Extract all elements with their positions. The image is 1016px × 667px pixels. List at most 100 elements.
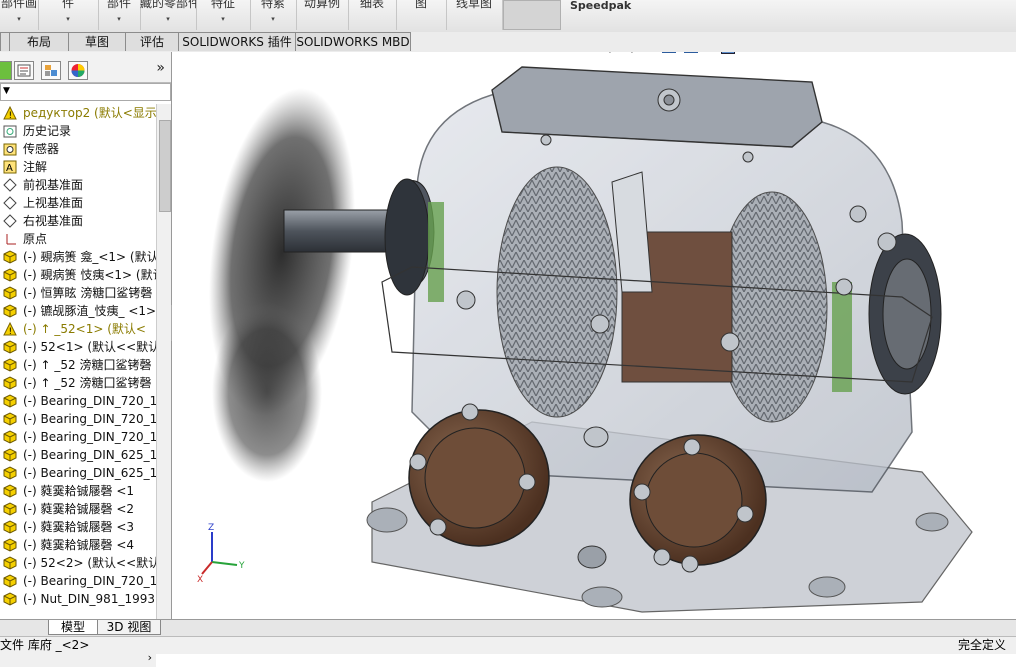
triad-y-label: Y <box>238 561 245 571</box>
dynamic-annotation-icon[interactable] <box>684 52 698 53</box>
plane-icon <box>3 214 17 228</box>
ribbon-button-label: 件 <box>61 0 74 10</box>
tree-item-label: (-) Bearing_DIN_625_1_ <box>23 448 156 462</box>
ribbon-button[interactable]: 部件 ▾ <box>98 0 141 30</box>
tree-item-label: 右视基准面 <box>23 214 84 228</box>
scrollbar-thumb[interactable] <box>159 120 171 212</box>
part-icon <box>3 484 17 498</box>
ribbon-button-label: 动算例 <box>303 0 340 10</box>
mounting-hole-icon <box>915 512 949 532</box>
model-shadow-lower <box>212 302 322 482</box>
ribbon-button[interactable]: 特累 ▾ <box>250 0 297 30</box>
ribbon-button[interactable]: 件 ▾ <box>38 0 99 30</box>
part-icon <box>3 358 17 372</box>
tab-layout[interactable]: 布局 <box>9 32 69 51</box>
tree-item-label: (-) Nut_DIN_981_1993 <box>23 592 155 606</box>
tree-item-label: (-) Bearing_DIN_720_19 <box>23 412 156 426</box>
panel-expand-button[interactable]: » <box>156 60 165 76</box>
part-icon <box>3 412 17 426</box>
part-icon <box>3 394 17 408</box>
view-orientation-icon[interactable] <box>721 52 735 54</box>
feature-tree-tab-icon[interactable] <box>0 61 12 80</box>
tree-item-label: (-) ↑ _52<1> (默认< <box>23 322 146 336</box>
tree-item-label: (-) Bearing_DIN_720_19 <box>23 574 156 588</box>
status-definition: 完全定义 <box>957 638 1006 652</box>
tree-filter-field[interactable]: ▼ <box>0 83 171 101</box>
section-view-icon[interactable] <box>662 52 676 53</box>
graphics-area[interactable]: Z Y X 🔍 🔍 ↶ ⚇ ❖ <box>172 52 1016 619</box>
gear-right <box>716 191 828 423</box>
ribbon-selected-button[interactable] <box>503 0 561 30</box>
dropdown-arrow-icon[interactable]: ▾ <box>140 13 196 25</box>
tree-item-label: (-) 镳觇豚淔_忮痍_ <1> <box>23 304 156 318</box>
tree-item-label: (-) 52<2> (默认<<默认 <box>23 556 156 570</box>
part-icon <box>3 430 17 444</box>
tree-item-label: (-) 蕤霙耠铖屦磬 <2 <box>23 502 135 516</box>
ribbon-button[interactable]: 动算例 <box>296 0 349 30</box>
ribbon-button[interactable]: 特征 ▾ <box>196 0 251 30</box>
tree-item-label: 注解 <box>23 160 48 174</box>
triad-z-label: Z <box>208 523 214 533</box>
tab-model[interactable]: 模型 <box>48 620 98 635</box>
plane-icon <box>3 196 17 210</box>
sensor-icon <box>3 142 17 156</box>
tree-item-label: 历史记录 <box>23 124 72 138</box>
tab-solidworks-addins[interactable]: SOLIDWORKS 插件 <box>178 32 296 51</box>
mounting-hole-icon <box>366 507 408 533</box>
heads-up-view-toolbar: 🔍 🔍 ↶ ⚇ ❖ <box>596 52 896 59</box>
ribbon-button-label: 线草图 <box>455 0 492 10</box>
ribbon-button[interactable]: 图 <box>396 0 447 30</box>
dropdown-arrow-icon[interactable]: ▾ <box>250 13 296 25</box>
apply-scene-icon[interactable]: ❖ <box>814 52 825 53</box>
ribbon-button[interactable]: 细表 <box>348 0 397 30</box>
seal-left <box>428 202 444 302</box>
panel-toolbar: » <box>0 52 171 83</box>
part-icon <box>3 592 17 606</box>
ribbon-button-label: 特累 <box>260 0 285 10</box>
ribbon-button-label: 部件 <box>106 0 131 10</box>
zoom-to-fit-icon[interactable]: 🔍 <box>596 52 612 54</box>
display-manager-icon[interactable] <box>68 61 88 80</box>
drain-plug-icon <box>583 426 609 448</box>
previous-view-icon[interactable]: ↶ <box>642 52 653 54</box>
feature-tree: ! редуктор2 (默认<显示 历史记录 传感器 A 注解 前视基准面 上视基准面 右视基… <box>0 104 156 652</box>
reference-triad-icon: Z Y X <box>197 523 245 585</box>
tab-solidworks-mbd[interactable]: SOLIDWORKS MBD <box>295 32 411 51</box>
ribbon-button-label: 细表 <box>359 0 384 10</box>
seal-right <box>832 282 852 392</box>
display-style-icon[interactable]: ⚇ <box>758 52 769 53</box>
tab-sketch[interactable]: 草图 <box>68 32 126 51</box>
ribbon-button-label: 部件画 <box>0 0 37 10</box>
triad-x-label: X <box>197 575 203 585</box>
tab-3d-view[interactable]: 3D 视图 <box>97 620 161 635</box>
tab-evaluate[interactable]: 评估 <box>125 32 179 51</box>
tree-item-label: (-) Bearing_DIN_720_19 <box>23 430 156 444</box>
mounting-hole-icon <box>808 576 846 598</box>
model-tabs-bar: 模型 3D 视图 <box>0 619 1016 636</box>
ribbon-button[interactable]: 藏的零部件 ▾ <box>140 0 197 30</box>
status-left-text: 文件 库府 _<2> <box>0 638 90 652</box>
dropdown-arrow-icon[interactable]: ▾ <box>98 13 140 25</box>
part-icon <box>3 574 17 588</box>
zoom-area-icon[interactable]: 🔍 <box>618 52 634 54</box>
tree-item-label: 传感器 <box>23 142 60 156</box>
dropdown-arrow-icon[interactable]: ▾ <box>38 13 98 25</box>
part-warning-icon: ! <box>3 321 17 337</box>
tree-item-label: 上视基准面 <box>23 196 84 210</box>
ribbon-button-label: 藏的零部件 <box>140 0 197 10</box>
property-manager-icon[interactable] <box>14 61 34 80</box>
speedpak-button[interactable]: Speedpak <box>570 0 631 12</box>
tree-item-label: (-) Bearing_DIN_625_1_ <box>23 466 156 480</box>
gearbox-model[interactable]: Z Y X <box>172 52 1016 619</box>
ribbon-button[interactable]: 线草图 <box>446 0 503 30</box>
tree-horizontal-scrollbar[interactable]: › <box>0 651 156 667</box>
tree-item-label: 前视基准面 <box>23 178 84 192</box>
tree-vertical-scrollbar[interactable] <box>156 104 171 652</box>
part-icon <box>3 502 17 516</box>
dropdown-arrow-icon[interactable]: ▾ <box>196 13 250 25</box>
part-icon <box>3 448 17 462</box>
dropdown-arrow-icon[interactable]: ▾ <box>0 13 38 25</box>
configuration-manager-icon[interactable] <box>41 61 61 80</box>
tree-item-label: (-) 蕤霙耠铖屦磬 <3 <box>23 520 135 534</box>
ribbon-button[interactable]: 部件画 ▾ <box>0 0 39 30</box>
